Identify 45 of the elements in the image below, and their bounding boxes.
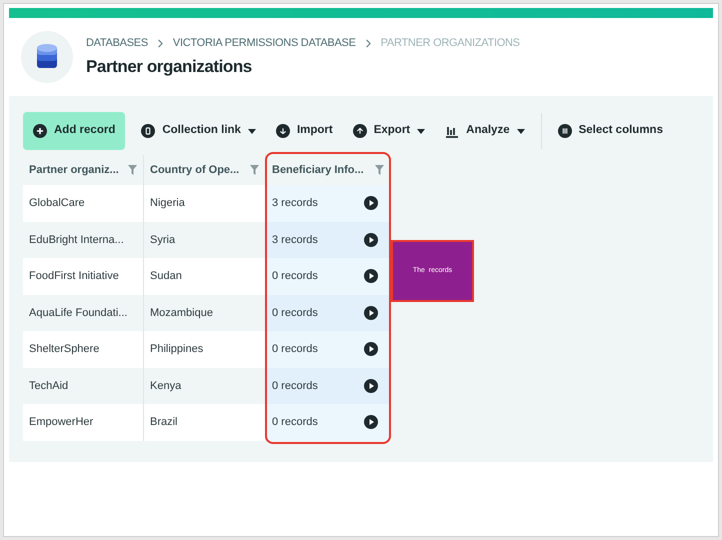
bar-chart-icon: [445, 124, 460, 138]
columns-circle-icon: [558, 124, 572, 138]
table-cell: FoodFirst Initiative: [23, 258, 144, 294]
table-cell: ShelterSphere: [23, 331, 144, 368]
table-cell: 0 records: [266, 368, 390, 404]
table-cell: 3 records: [266, 185, 390, 222]
play-circle-icon[interactable]: [364, 269, 378, 284]
toolbar-button[interactable]: Select columns: [548, 112, 673, 150]
toolbar-button[interactable]: Analyze: [435, 112, 535, 150]
table-cell: Philippines: [144, 331, 266, 368]
play-circle-icon[interactable]: [364, 232, 378, 247]
plus-circle-icon: [33, 124, 47, 138]
upload-circle-icon: [352, 124, 367, 138]
filter-icon[interactable]: [250, 165, 259, 175]
play-circle-icon[interactable]: [364, 415, 378, 430]
download-circle-icon: [276, 124, 290, 138]
table-cell: Brazil: [144, 404, 266, 440]
play-circle-icon[interactable]: [364, 306, 378, 320]
database-icon: [37, 44, 57, 70]
table-cell: TechAid: [23, 368, 144, 404]
toolbar-button[interactable]: Import: [266, 112, 343, 150]
table-cell: GlobalCare: [23, 185, 144, 222]
table-cell: Sudan: [144, 258, 266, 294]
play-circle-icon[interactable]: [364, 378, 378, 393]
table-cell: AquaLife Foundati...: [23, 294, 144, 331]
table-cell: 0 records: [266, 404, 390, 440]
filter-icon[interactable]: [128, 165, 137, 175]
play-circle-icon[interactable]: [364, 196, 378, 210]
column-header[interactable]: Beneficiary Info...: [266, 155, 390, 185]
table-cell: 0 records: [266, 258, 390, 294]
breadcrumb-link[interactable]: VICTORIA PERMISSIONS DATABASE: [172, 35, 356, 52]
table-cell: EduBright Interna...: [23, 222, 144, 258]
toolbar-button[interactable]: Collection link: [131, 112, 266, 150]
table-cell: EmpowerHer: [23, 404, 144, 440]
link-circle-icon: [141, 124, 156, 138]
table-cell: Nigeria: [144, 185, 266, 222]
play-circle-icon[interactable]: [364, 342, 378, 356]
breadcrumb-link[interactable]: DATABASES: [86, 35, 148, 52]
table-cell: 0 records: [266, 294, 390, 331]
table-cell: 3 records: [266, 222, 390, 258]
table-cell: 0 records: [266, 331, 390, 368]
toolbar-button[interactable]: Export: [342, 112, 436, 150]
filter-icon[interactable]: [375, 165, 384, 175]
page-title: Partner organizations: [86, 56, 253, 78]
toolbar-button[interactable]: Add record: [23, 112, 126, 150]
